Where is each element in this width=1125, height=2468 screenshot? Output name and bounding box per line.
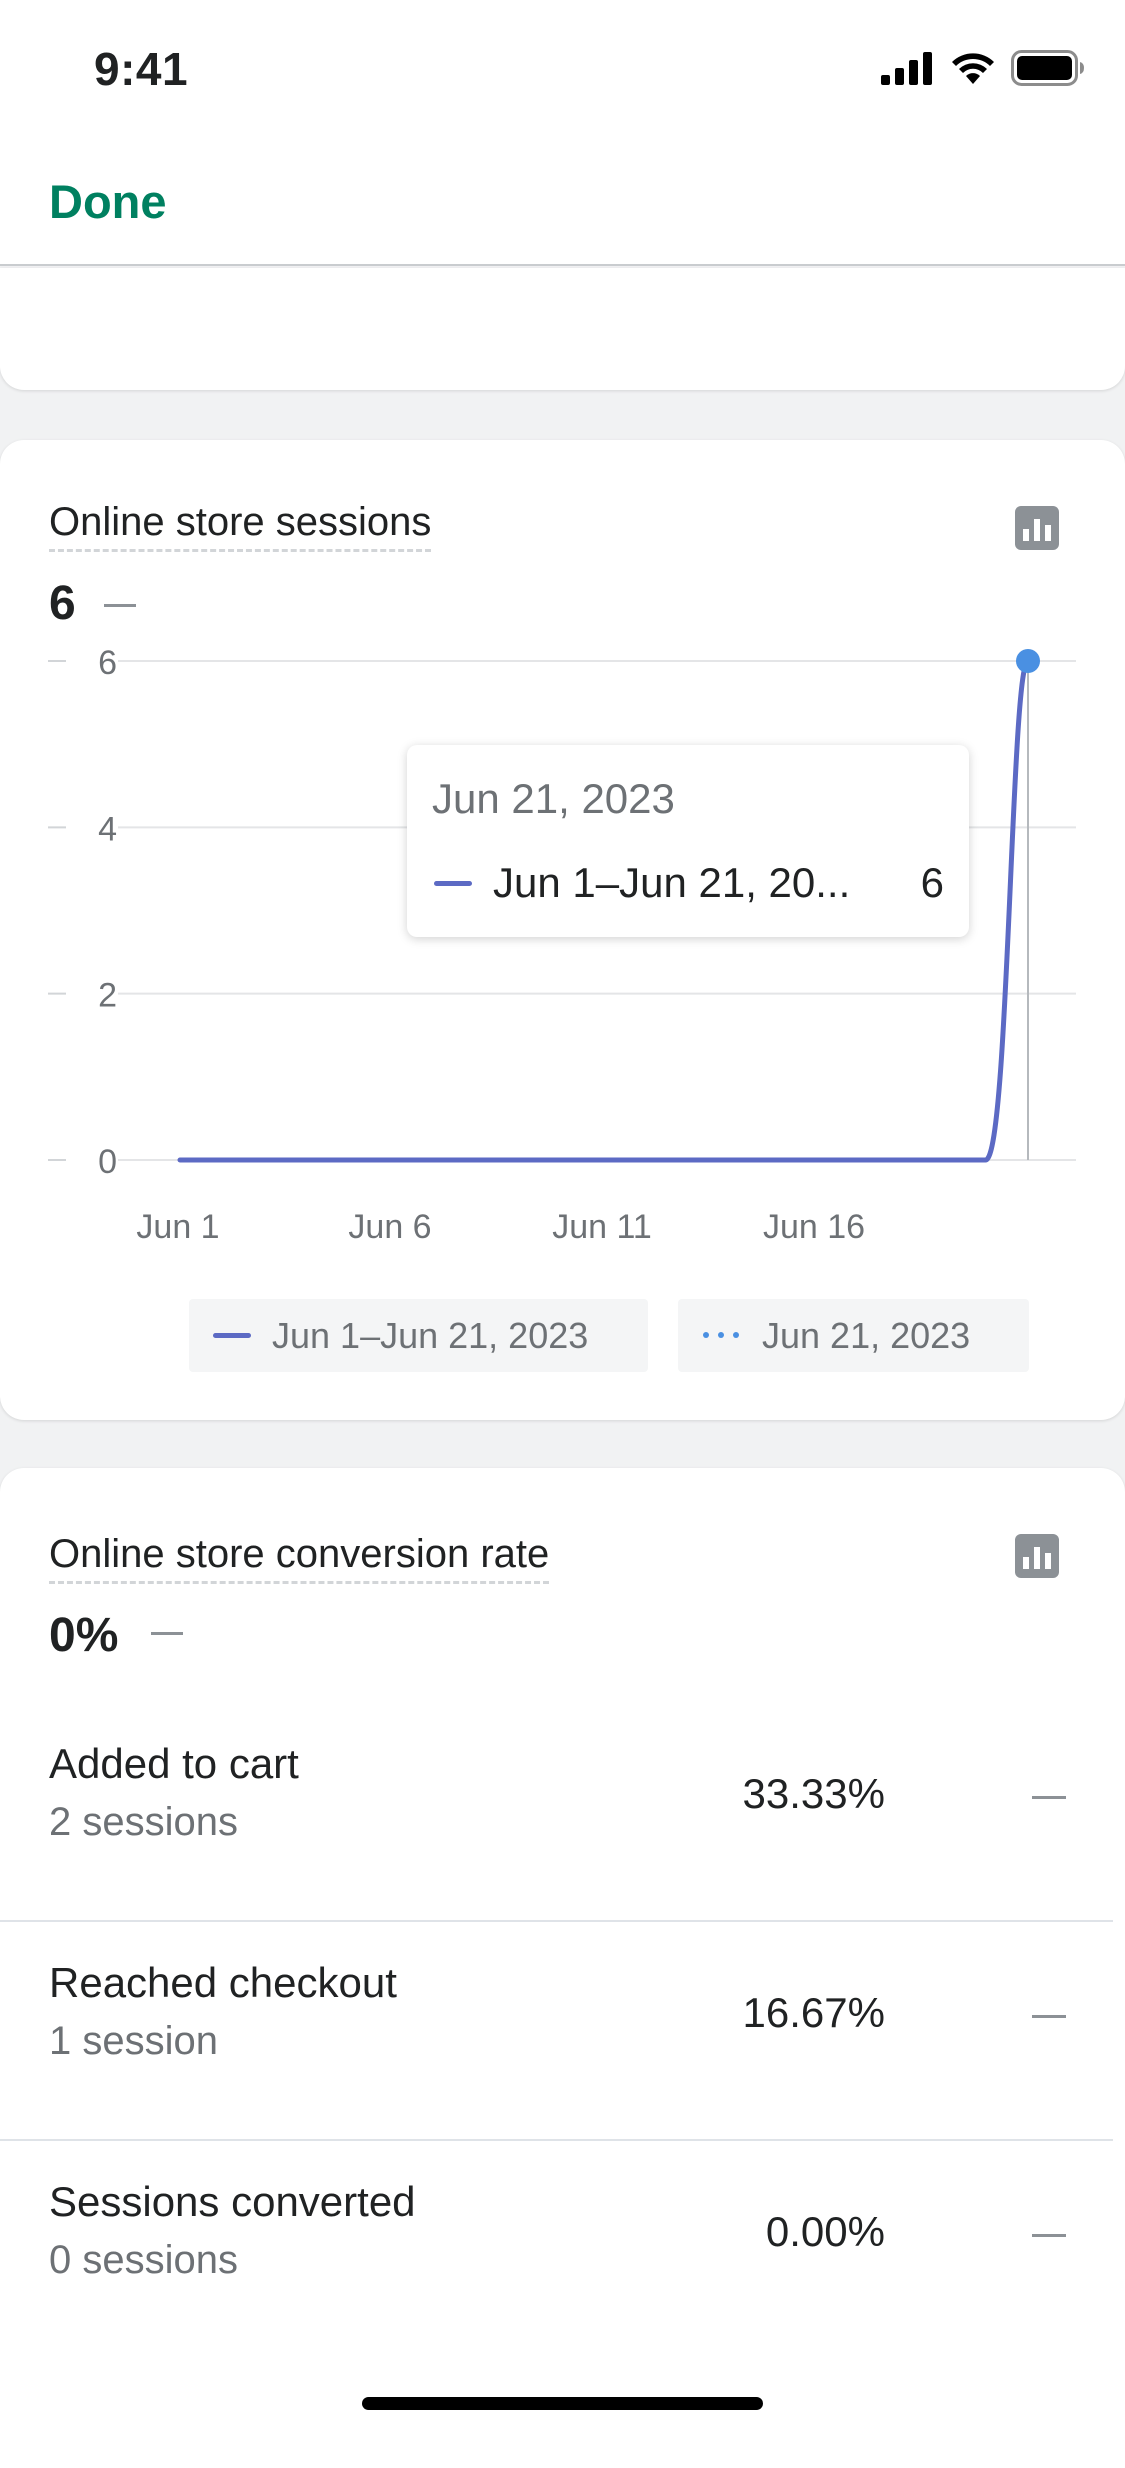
home-indicator [362,2397,763,2410]
metric-row-sessions-converted: Sessions converted 0 sessions 0.00% [0,2140,1113,2360]
comparison-dash [1032,1796,1066,1799]
x-tick-label: Jun 16 [763,1208,865,1246]
y-tick-label: 2 [98,977,117,1015]
metric-sub: 2 sessions [49,1800,238,1844]
y-tick-label: 0 [98,1143,117,1181]
legend-label-day: Jun 21, 2023 [762,1315,971,1356]
bar-chart-icon[interactable] [1015,1534,1059,1578]
hover-point [1016,649,1040,673]
chart-tooltip: Jun 21, 2023 Jun 1–Jun 21, 20... 6 [407,745,969,937]
x-tick-label: Jun 6 [348,1208,431,1246]
comparison-dash [1032,2234,1066,2237]
legend-chip-range[interactable]: Jun 1–Jun 21, 2023 [189,1299,648,1372]
metric-row-reached-checkout: Reached checkout 1 session 16.67% [0,1921,1113,2141]
y-tick-label: 6 [98,644,117,682]
legend-chip-day[interactable]: Jun 21, 2023 [678,1299,1029,1372]
metric-percent: 16.67% [742,1989,885,2036]
tooltip-series-swatch [434,881,472,886]
comparison-dash [151,1632,183,1635]
metric-label: Added to cart [49,1740,299,1787]
conversion-value: 0% [49,1609,119,1662]
metric-percent: 0.00% [765,2208,885,2255]
conversion-card-title[interactable]: Online store conversion rate [49,1532,550,1584]
metric-row-added-to-cart: Added to cart 2 sessions 33.33% [0,1702,1113,1922]
metric-sub: 0 sessions [49,2238,238,2282]
tooltip-series-label: Jun 1–Jun 21, 20... [493,859,851,906]
metric-label: Sessions converted [49,2178,416,2225]
y-tick-label: 4 [98,810,117,848]
metric-percent: 33.33% [742,1770,885,1817]
metric-sub: 1 session [49,2019,218,2063]
tooltip-date: Jun 21, 2023 [432,775,675,822]
conversion-card: Online store conversion rate 0% Added to… [0,1468,1125,2468]
x-tick-label: Jun 1 [136,1208,219,1246]
x-tick-label: Jun 11 [552,1208,652,1246]
metric-label: Reached checkout [49,1959,397,2006]
legend-dotted-line-icon [703,1332,739,1338]
sessions-chart: 0 2 4 6 Jun 1 Jun 6 Jun 11 Jun 16 [48,644,1076,1246]
legend-label-range: Jun 1–Jun 21, 2023 [272,1315,589,1356]
comparison-dash [1032,2015,1066,2018]
legend-solid-line-icon [213,1333,251,1338]
tooltip-value: 6 [920,859,944,906]
